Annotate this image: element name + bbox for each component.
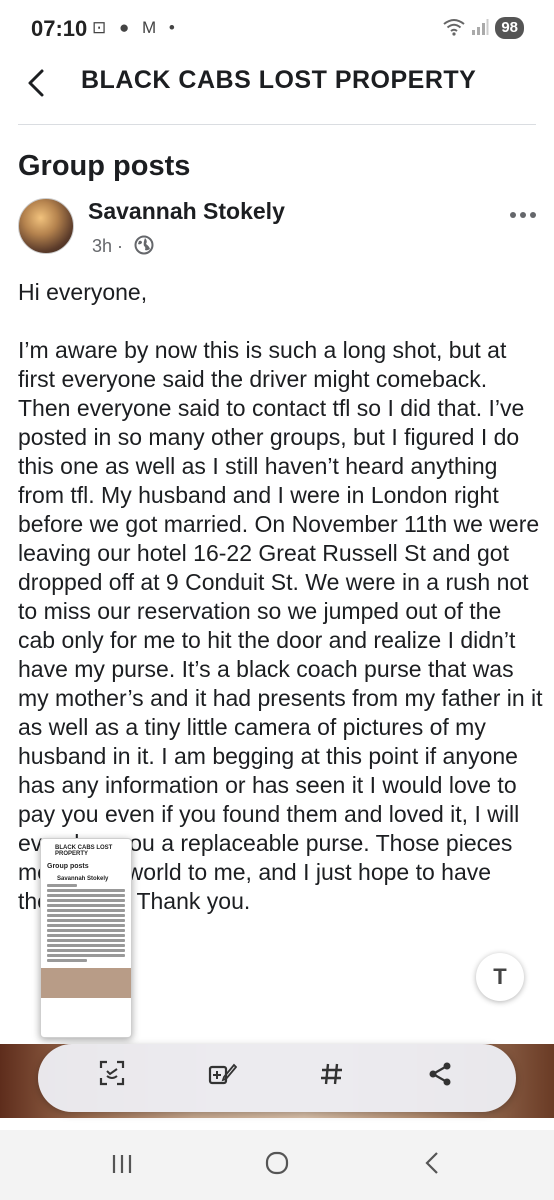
back-nav-button[interactable] (412, 1147, 452, 1187)
thumbnail-title: BLACK CABS LOST PROPERTY (55, 845, 113, 857)
screenshot-thumbnail[interactable]: BLACK CABS LOST PROPERTY Group posts Sav… (40, 838, 132, 1038)
more-options-icon[interactable] (508, 200, 538, 226)
text-recognition-icon: T (493, 964, 507, 989)
app-header: BLACK CABS LOST PROPERTY (0, 58, 554, 106)
home-button[interactable] (257, 1147, 297, 1187)
hashtag-icon[interactable] (312, 1058, 352, 1098)
thumbnail-image (41, 968, 131, 998)
thumbnail-section: Group posts (47, 863, 89, 870)
notification-icons: ⊡ ● M • (92, 18, 179, 37)
translate-text-button[interactable]: T (476, 953, 524, 1001)
author-name[interactable]: Savannah Stokely (88, 198, 285, 225)
recent-apps-button[interactable] (102, 1147, 142, 1187)
header-divider (18, 124, 536, 125)
scan-icon[interactable] (92, 1058, 132, 1098)
back-button[interactable] (26, 64, 58, 100)
status-time: 07:10 (31, 16, 88, 41)
group-title: BLACK CABS LOST PROPERTY (81, 66, 477, 94)
post-body: Hi everyone, I’m aware by now this is su… (18, 279, 543, 914)
share-icon[interactable] (420, 1058, 460, 1098)
status-right: 98 (443, 17, 524, 39)
add-tag-icon[interactable] (202, 1058, 242, 1098)
screenshot-toolbar (38, 1044, 516, 1112)
wifi-icon (443, 18, 465, 39)
navigation-bar (0, 1130, 554, 1200)
signal-icon (471, 18, 489, 38)
post-time[interactable]: 3h · (92, 236, 123, 257)
status-bar: 07:10 ⊡ ● M • 98 (0, 0, 554, 58)
section-title: Group posts (18, 150, 191, 182)
globe-icon (134, 235, 154, 255)
thumbnail-author: Savannah Stokely (57, 876, 109, 882)
avatar[interactable] (18, 198, 74, 254)
chevron-left-icon (28, 69, 44, 97)
battery-indicator: 98 (495, 17, 524, 39)
